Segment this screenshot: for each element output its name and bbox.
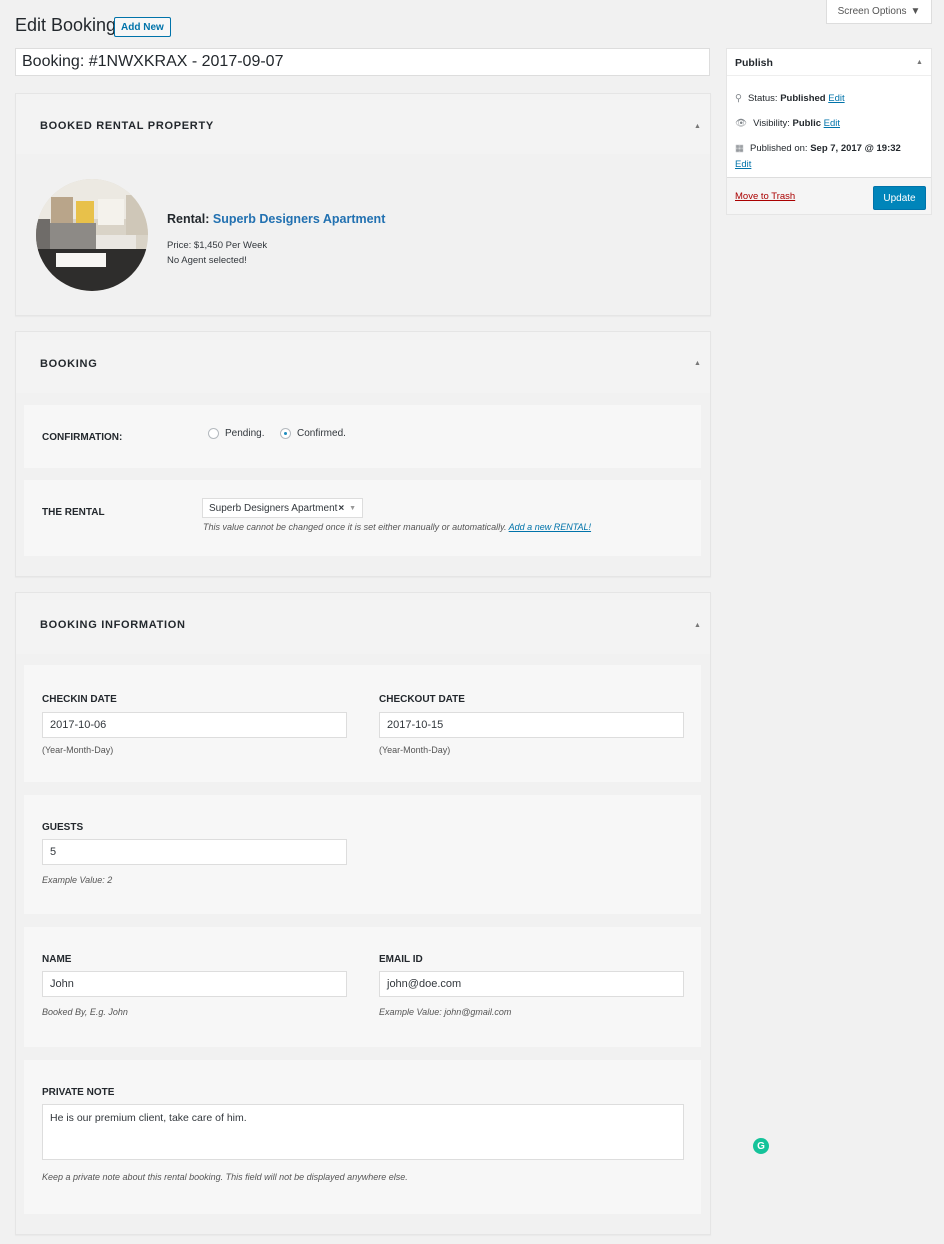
publish-actions: Move to Trash Update [727,177,931,214]
dropdown-arrow-icon: ▼ [910,6,921,17]
rental-agent: No Agent selected! [167,255,247,266]
rental-name-link[interactable]: Superb Designers Apartment [213,212,386,226]
status-text: Status: Published Edit [748,93,845,104]
booking-information-title: BOOKING INFORMATION [40,619,186,631]
radio-circle[interactable] [208,428,219,439]
radio-circle-selected[interactable] [280,428,291,439]
post-title-input[interactable]: Booking: #1NWXKRAX - 2017-09-07 [15,48,710,76]
confirmation-label: CONFIRMATION: [42,432,123,443]
pending-label: Pending. [225,428,265,439]
published-text: Published on: Sep 7, 2017 @ 19:32 [750,143,901,154]
guests-input[interactable]: 5 [42,839,347,865]
status-label: Status: [747,93,778,104]
checkout-label: CHECKOUT DATE [379,694,465,705]
rental-note: This value cannot be changed once it is … [203,522,591,532]
publish-title: Publish [735,57,773,69]
visibility-value: Public [792,118,821,129]
radio-pending[interactable]: Pending. [208,428,264,439]
email-input[interactable]: john@doe.com [379,971,684,997]
rental-photo [36,179,148,291]
rental-select-value: Superb Designers Apartment [209,502,338,514]
guests-hint: Example Value: 2 [42,875,113,885]
rental-row [24,480,701,556]
checkout-input[interactable]: 2017-10-15 [379,712,684,738]
add-rental-link[interactable]: Add a new RENTAL! [509,522,591,532]
private-note-textarea[interactable]: He is our premium client, take care of h… [42,1104,684,1160]
eye-icon: 👁 [735,118,748,129]
name-hint: Booked By, E.g. John [42,1007,128,1017]
pin-icon: ⚲ [735,93,742,104]
published-row: ▦ Published on: Sep 7, 2017 @ 19:32 [735,143,929,154]
rental-price: Price: $1,450 Per Week [167,240,268,251]
booking-title: BOOKING [40,358,98,370]
rental-line: Rental: Superb Designers Apartment [167,212,385,226]
confirmation-row [24,405,701,468]
clear-icon[interactable]: × [338,503,344,514]
private-note-label: PRIVATE NOTE [42,1087,115,1098]
status-row: ⚲ Status: Published Edit [735,93,845,104]
add-new-button[interactable]: Add New [114,17,171,37]
publish-header: Publish ▲ [727,49,931,76]
move-to-trash-link[interactable]: Move to Trash [735,191,795,202]
collapse-arrow-icon[interactable]: ▲ [694,360,701,367]
the-rental-label: THE RENTAL [42,507,105,518]
confirmed-label: Confirmed. [297,428,346,439]
grammarly-icon[interactable]: G [753,1138,769,1154]
rental-label: Rental: [167,212,210,226]
collapse-arrow-icon[interactable]: ▲ [916,59,923,66]
radio-confirmed[interactable]: Confirmed. [280,428,346,439]
calendar-icon: ▦ [735,143,744,154]
visibility-edit-link[interactable]: Edit [824,118,840,129]
booked-rental-property-title: BOOKED RENTAL PROPERTY [40,120,214,132]
update-button[interactable]: Update [873,186,926,210]
collapse-arrow-icon[interactable]: ▲ [694,622,701,629]
private-note-hint: Keep a private note about this rental bo… [42,1172,408,1182]
screen-options-button[interactable]: Screen Options ▼ [826,0,932,24]
name-input[interactable]: John [42,971,347,997]
rental-note-text: This value cannot be changed once it is … [203,522,507,532]
visibility-label: Visibility: [753,118,790,129]
screen-options-label: Screen Options [837,6,907,17]
page-title: Edit Booking [15,15,117,35]
published-value: Sep 7, 2017 @ 19:32 [810,143,901,154]
published-label: Published on: [749,143,808,154]
checkin-label: CHECKIN DATE [42,694,117,705]
visibility-row: 👁 Visibility: Public Edit [735,118,840,129]
status-edit-link[interactable]: Edit [828,93,844,104]
visibility-text: Visibility: Public Edit [753,118,840,129]
published-edit-link[interactable]: Edit [735,159,751,170]
checkin-input[interactable]: 2017-10-06 [42,712,347,738]
email-label: EMAIL ID [379,954,423,965]
publish-box: Publish ▲ ⚲ Status: Published Edit 👁 Vis… [726,48,932,215]
checkin-hint: (Year-Month-Day) [42,745,114,755]
collapse-arrow-icon[interactable]: ▲ [694,123,701,130]
name-label: NAME [42,954,72,965]
email-hint: Example Value: john@gmail.com [379,1007,512,1017]
status-value: Published [780,93,826,104]
dropdown-arrow-icon[interactable]: ▼ [349,505,356,512]
checkout-hint: (Year-Month-Day) [379,745,451,755]
guests-label: GUESTS [42,822,84,833]
rental-select[interactable]: Superb Designers Apartment × ▼ [202,498,363,518]
